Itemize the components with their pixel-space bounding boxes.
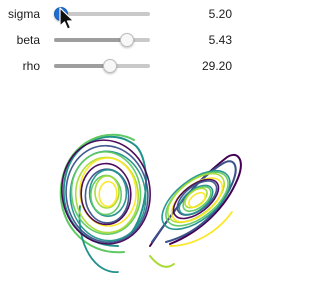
rho-slider-thumb[interactable]: [102, 59, 117, 73]
rho-slider[interactable]: [54, 59, 150, 73]
rho-label: rho: [22, 59, 40, 73]
mouse-pointer-icon: [59, 7, 75, 30]
attractor-loop-18: [98, 180, 118, 208]
attractor-trail-2: [149, 153, 242, 247]
sigma-label: sigma: [7, 7, 40, 21]
rho-value: 29.20: [201, 59, 232, 73]
beta-slider-fill: [54, 38, 127, 42]
beta-slider[interactable]: [54, 33, 150, 47]
sigma-value: 5.20: [208, 7, 232, 21]
beta-label: beta: [16, 33, 40, 47]
slider-row-sigma: sigma 5.20: [0, 2, 276, 26]
slider-row-rho: rho 29.20: [0, 54, 276, 78]
lorenz-attractor-plot: [59, 133, 242, 273]
beta-value: 5.43: [208, 33, 232, 47]
attractor-loop-17: [94, 175, 120, 209]
rho-slider-fill: [54, 64, 110, 68]
attractor-trail-4: [149, 255, 175, 268]
beta-slider-thumb[interactable]: [119, 33, 134, 47]
slider-row-beta: beta 5.43: [0, 28, 276, 52]
